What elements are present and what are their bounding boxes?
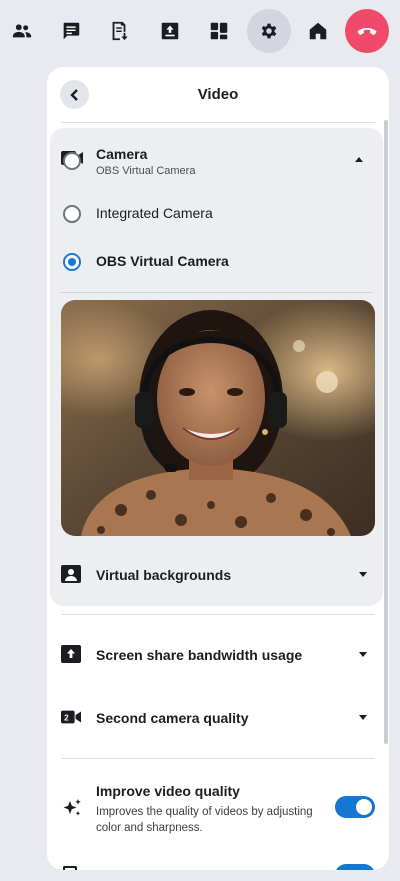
camera-option-label: Integrated Camera bbox=[96, 205, 213, 221]
chat-icon bbox=[63, 22, 80, 40]
camera-option-obs[interactable]: OBS Virtual Camera bbox=[50, 240, 383, 284]
virtual-backgrounds-label: Virtual backgrounds bbox=[96, 567, 232, 583]
notes-icon bbox=[112, 21, 128, 41]
screen-share-bandwidth-label: Screen share bandwidth usage bbox=[96, 647, 303, 663]
divider bbox=[61, 758, 375, 759]
people-icon bbox=[12, 24, 32, 38]
caret-up-icon bbox=[355, 157, 363, 162]
panel-header: Video bbox=[47, 67, 389, 123]
caret-down-icon bbox=[359, 715, 367, 720]
radio-button[interactable] bbox=[63, 152, 81, 170]
share-button[interactable] bbox=[148, 9, 192, 53]
improve-video-quality-title: Improve video quality bbox=[96, 783, 240, 799]
improve-video-quality-toggle[interactable] bbox=[335, 796, 375, 818]
second-camera-quality-label: Second camera quality bbox=[96, 710, 249, 726]
improve-video-quality-description: Improves the quality of videos by adjust… bbox=[96, 806, 313, 834]
sparkle-icon bbox=[61, 797, 83, 819]
notes-button[interactable] bbox=[97, 9, 141, 53]
apps-button[interactable] bbox=[197, 9, 241, 53]
divider bbox=[61, 292, 373, 293]
home-button[interactable] bbox=[296, 9, 340, 53]
panel-scrollbar[interactable] bbox=[384, 120, 388, 744]
camera-title: Camera bbox=[96, 146, 148, 162]
improve-video-quality-row: Improve video quality Improves the quali… bbox=[47, 773, 389, 845]
apps-grid-icon bbox=[210, 22, 228, 40]
next-setting-toggle[interactable] bbox=[335, 864, 375, 870]
device-icon bbox=[63, 866, 77, 870]
settings-button[interactable] bbox=[247, 9, 291, 53]
gear-icon bbox=[261, 23, 277, 39]
camera-preview-image bbox=[61, 300, 375, 536]
second-camera-icon: 2 bbox=[61, 708, 81, 726]
chat-button[interactable] bbox=[49, 9, 93, 53]
svg-text:2: 2 bbox=[64, 714, 69, 723]
virtual-backgrounds-row[interactable]: Virtual backgrounds bbox=[47, 551, 389, 599]
camera-option-label: OBS Virtual Camera bbox=[96, 253, 229, 269]
radio-unchecked[interactable] bbox=[63, 205, 81, 223]
share-screen-icon bbox=[161, 22, 179, 40]
second-camera-quality-row[interactable]: 2 Second camera quality bbox=[47, 694, 389, 742]
portrait-icon bbox=[61, 565, 81, 583]
camera-dropdown-header[interactable]: Camera OBS Virtual Camera bbox=[50, 128, 383, 190]
hangup-button[interactable] bbox=[345, 9, 389, 53]
home-icon bbox=[309, 22, 327, 40]
camera-selected-value: OBS Virtual Camera bbox=[96, 165, 196, 177]
upload-icon bbox=[61, 645, 81, 663]
screen-share-bandwidth-row[interactable]: Screen share bandwidth usage bbox=[47, 631, 389, 679]
video-settings-panel: Video Camera OBS Virtual Camera Integrat… bbox=[47, 67, 389, 870]
caret-down-icon bbox=[359, 572, 367, 577]
caret-down-icon bbox=[359, 652, 367, 657]
divider bbox=[61, 122, 375, 123]
divider bbox=[61, 614, 375, 615]
top-toolbar bbox=[0, 0, 400, 62]
radio-checked[interactable] bbox=[63, 253, 81, 271]
camera-option-integrated[interactable]: Integrated Camera bbox=[50, 192, 383, 236]
camera-preview bbox=[61, 300, 375, 536]
participants-button[interactable] bbox=[0, 9, 44, 53]
panel-title: Video bbox=[197, 86, 239, 103]
hangup-icon bbox=[357, 28, 377, 35]
